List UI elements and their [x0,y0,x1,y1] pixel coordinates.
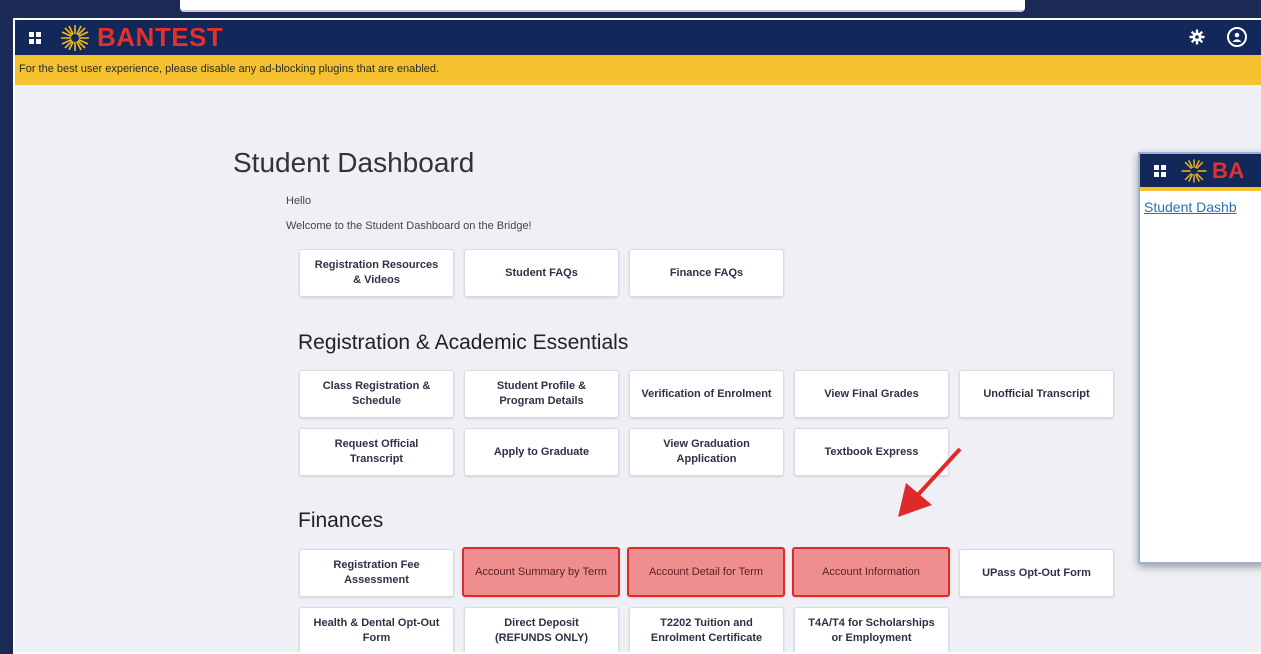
popup-brand-name[interactable]: BA [1212,158,1245,184]
verification-enrolment-button[interactable]: Verification of Enrolment [629,370,784,418]
direct-deposit-button[interactable]: Direct Deposit (REFUNDS ONLY) [464,607,619,652]
welcome-text: Welcome to the Student Dashboard on the … [286,220,532,232]
request-official-transcript-button[interactable]: Request Official Transcript [299,428,454,476]
popup-grid-menu-icon[interactable] [1154,164,1166,177]
sun-logo-icon [61,24,89,51]
secondary-window-popup: BA Student Dashb [1138,152,1261,564]
background-window-edge [180,0,1025,12]
red-arrow-icon [898,447,962,517]
page-title: Student Dashboard [233,147,475,178]
gear-icon[interactable] [1187,27,1207,47]
account-information-button[interactable]: Account Information [792,547,950,597]
brand-name[interactable]: BANTEST [97,22,223,53]
view-final-grades-button[interactable]: View Final Grades [794,370,949,418]
student-faqs-button[interactable]: Student FAQs [464,249,619,297]
account-detail-for-term-button[interactable]: Account Detail for Term [627,547,785,597]
user-icon[interactable] [1227,27,1247,47]
top-nav-bar: BANTEST [15,20,1261,55]
popup-warning-strip [1140,187,1261,191]
finance-faqs-button[interactable]: Finance FAQs [629,249,784,297]
account-summary-by-term-button[interactable]: Account Summary by Term [462,547,620,597]
adblock-warning-banner: For the best user experience, please dis… [15,55,1261,85]
registration-section-title: Registration & Academic Essentials [298,331,629,354]
apply-to-graduate-button[interactable]: Apply to Graduate [464,428,619,476]
student-profile-button[interactable]: Student Profile & Program Details [464,370,619,418]
registration-resources-button[interactable]: Registration Resources & Videos [299,249,454,297]
finances-section-title: Finances [298,509,384,532]
main-window: BANTEST For the best user experience, pl… [13,18,1261,654]
t4a-t4-button[interactable]: T4A/T4 for Scholarships or Employment [794,607,949,652]
registration-fee-assessment-button[interactable]: Registration Fee Assessment [299,549,454,597]
popup-sun-logo-icon [1181,158,1207,183]
view-graduation-application-button[interactable]: View Graduation Application [629,428,784,476]
unofficial-transcript-button[interactable]: Unofficial Transcript [959,370,1114,418]
class-registration-button[interactable]: Class Registration & Schedule [299,370,454,418]
popup-nav-bar: BA [1140,154,1261,187]
t2202-certificate-button[interactable]: T2202 Tuition and Enrolment Certificate [629,607,784,652]
upass-opt-out-button[interactable]: UPass Opt-Out Form [959,549,1114,597]
greeting-text: Hello [286,195,312,207]
health-dental-opt-out-button[interactable]: Health & Dental Opt-Out Form [299,607,454,652]
grid-menu-icon[interactable] [29,31,41,44]
student-dashboard-link[interactable]: Student Dashb [1144,199,1261,215]
